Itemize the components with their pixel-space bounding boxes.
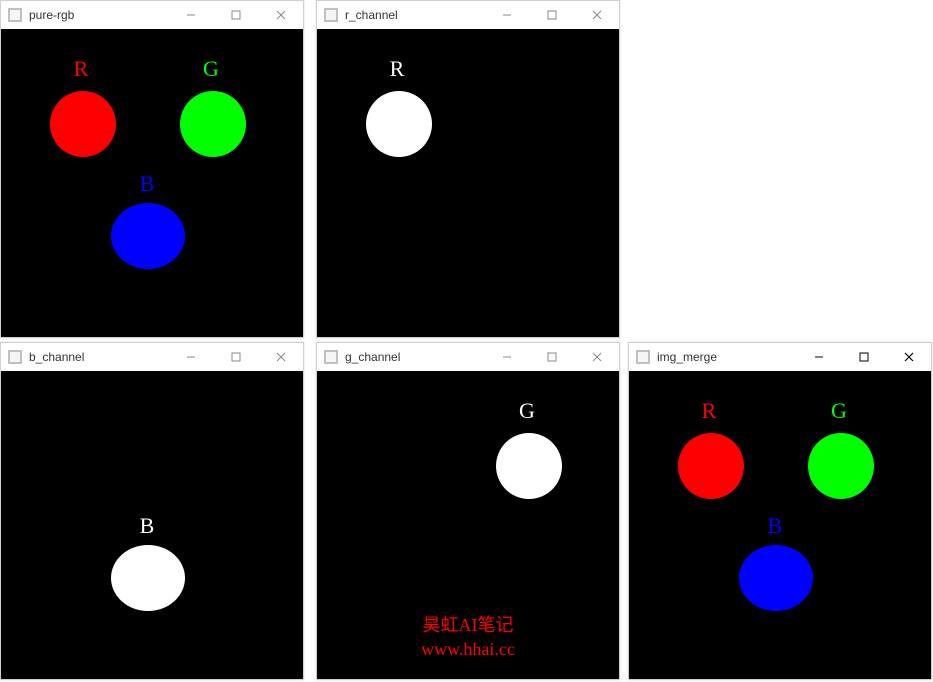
watermark-line2: www.hhai.cc — [421, 638, 515, 661]
window-title: b_channel — [29, 350, 84, 364]
image-canvas: R — [317, 29, 619, 337]
close-button[interactable] — [886, 343, 931, 371]
maximize-button[interactable] — [841, 343, 886, 371]
label-g: G — [203, 56, 219, 82]
close-button[interactable] — [258, 343, 303, 371]
image-canvas: R G B — [1, 29, 303, 337]
window-title: pure-rgb — [29, 8, 74, 22]
close-button[interactable] — [574, 343, 619, 371]
image-canvas: R G B — [629, 371, 931, 679]
minimize-button[interactable] — [168, 343, 213, 371]
image-canvas: G 昊虹AI笔记 www.hhai.cc — [317, 371, 619, 679]
minimize-button[interactable] — [484, 343, 529, 371]
red-circle — [50, 91, 116, 157]
label-r: R — [74, 56, 89, 82]
window-b-channel: b_channel B — [0, 342, 304, 680]
blue-circle — [111, 203, 185, 269]
maximize-button[interactable] — [529, 1, 574, 29]
white-circle — [496, 433, 562, 499]
minimize-button[interactable] — [168, 1, 213, 29]
window-title: g_channel — [345, 350, 400, 364]
window-g-channel: g_channel G 昊虹AI笔记 www.hhai.cc — [316, 342, 620, 680]
window-title: img_merge — [657, 350, 717, 364]
label-g: G — [519, 398, 535, 424]
label-r: R — [390, 56, 405, 82]
app-icon — [7, 349, 23, 365]
white-circle — [366, 91, 432, 157]
app-icon — [7, 7, 23, 23]
window-pure-rgb: pure-rgb R G B — [0, 0, 304, 338]
titlebar[interactable]: g_channel — [317, 343, 619, 372]
minimize-button[interactable] — [484, 1, 529, 29]
red-circle — [678, 433, 744, 499]
app-icon — [635, 349, 651, 365]
image-canvas: B — [1, 371, 303, 679]
white-circle — [111, 545, 185, 611]
titlebar[interactable]: pure-rgb — [1, 1, 303, 30]
watermark: 昊虹AI笔记 www.hhai.cc — [421, 614, 515, 661]
titlebar[interactable]: r_channel — [317, 1, 619, 30]
window-r-channel: r_channel R — [316, 0, 620, 338]
minimize-button[interactable] — [796, 343, 841, 371]
maximize-button[interactable] — [213, 1, 258, 29]
window-title: r_channel — [345, 8, 398, 22]
label-b: B — [140, 513, 155, 539]
app-icon — [323, 7, 339, 23]
label-r: R — [702, 398, 717, 424]
label-b: B — [140, 171, 155, 197]
close-button[interactable] — [258, 1, 303, 29]
green-circle — [180, 91, 246, 157]
app-icon — [323, 349, 339, 365]
label-b: B — [768, 513, 783, 539]
titlebar[interactable]: b_channel — [1, 343, 303, 372]
blue-circle — [739, 545, 813, 611]
close-button[interactable] — [574, 1, 619, 29]
titlebar[interactable]: img_merge — [629, 343, 931, 372]
label-g: G — [831, 398, 847, 424]
watermark-line1: 昊虹AI笔记 — [421, 614, 515, 637]
maximize-button[interactable] — [213, 343, 258, 371]
maximize-button[interactable] — [529, 343, 574, 371]
window-img-merge: img_merge R G B — [628, 342, 932, 680]
green-circle — [808, 433, 874, 499]
